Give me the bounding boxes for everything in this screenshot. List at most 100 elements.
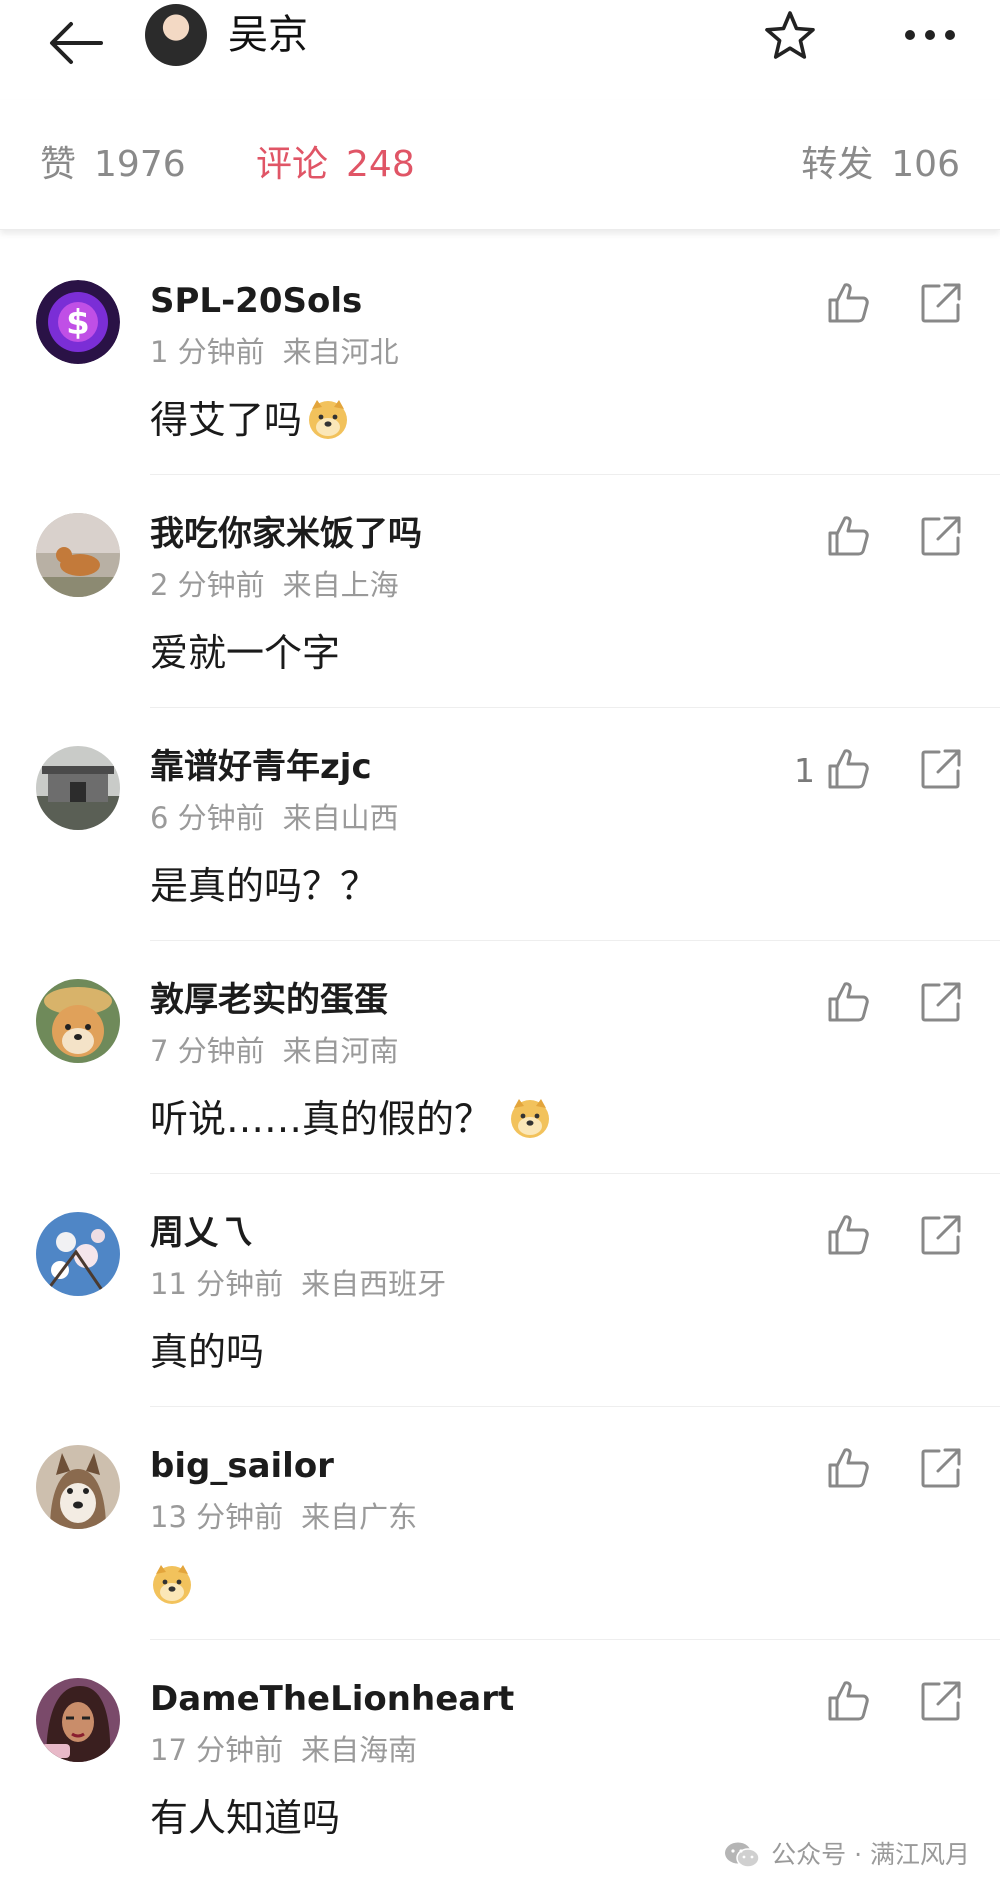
comment-body: 爱就一个字 bbox=[150, 631, 341, 675]
star-icon bbox=[765, 11, 815, 59]
share-icon bbox=[921, 1448, 961, 1488]
comment-text: 有人知道吗 bbox=[150, 1792, 340, 1844]
more-button[interactable] bbox=[900, 10, 960, 60]
comment-meta: 2 分钟前 来自上海 bbox=[150, 565, 399, 605]
share-icon bbox=[921, 1681, 961, 1721]
share-icon bbox=[921, 283, 961, 323]
share-button[interactable] bbox=[918, 280, 964, 326]
like-button[interactable] bbox=[826, 746, 872, 792]
comment-meta: 7 分钟前 来自河南 bbox=[150, 1031, 399, 1071]
comment-author[interactable]: 靠谱好青年zjc bbox=[150, 744, 372, 790]
divider bbox=[150, 1173, 1000, 1174]
like-button[interactable] bbox=[826, 1445, 872, 1491]
comment-text: 爱就一个字 bbox=[150, 627, 340, 679]
back-button[interactable] bbox=[40, 8, 110, 78]
comment-author[interactable]: SPL-20Sols bbox=[150, 278, 362, 324]
like-button[interactable] bbox=[826, 1212, 872, 1258]
wechat-icon bbox=[725, 1842, 760, 1868]
divider bbox=[150, 707, 1000, 708]
comment-time: 1 分钟前 bbox=[150, 335, 265, 369]
comment-body: 得艾了吗 bbox=[150, 398, 303, 442]
thumbs-up-icon bbox=[828, 283, 869, 323]
arrow-left-icon bbox=[50, 22, 103, 64]
comment-meta: 6 分钟前 来自山西 bbox=[150, 798, 399, 838]
share-button[interactable] bbox=[918, 1678, 964, 1724]
doge-emoji-icon bbox=[511, 1099, 550, 1138]
comment-text: 得艾了吗 bbox=[150, 394, 350, 446]
svg-text:$: $ bbox=[66, 303, 90, 343]
avatar[interactable] bbox=[36, 746, 120, 830]
comment-meta: 11 分钟前 来自西班牙 bbox=[150, 1264, 446, 1304]
tab-comments[interactable]: 评论 248 bbox=[256, 142, 415, 188]
comment-author[interactable]: 我吃你家米饭了吗 bbox=[150, 511, 422, 557]
comment-author[interactable]: DameTheLionheart bbox=[150, 1676, 514, 1722]
share-icon bbox=[921, 516, 961, 556]
avatar[interactable] bbox=[36, 1445, 120, 1529]
like-button[interactable] bbox=[826, 280, 872, 326]
comment-time: 17 分钟前 bbox=[150, 1733, 284, 1767]
avatar[interactable] bbox=[36, 1678, 120, 1762]
comment-time: 6 分钟前 bbox=[150, 801, 265, 835]
avatar[interactable] bbox=[36, 1212, 120, 1296]
comment-body: 有人知道吗 bbox=[150, 1796, 341, 1840]
comment-text: 听说……真的假的？ bbox=[150, 1093, 552, 1145]
comment-location: 来自广东 bbox=[301, 1500, 418, 1534]
comment-location: 来自西班牙 bbox=[301, 1267, 447, 1301]
comment-author[interactable]: 周乂乁 bbox=[150, 1210, 252, 1256]
more-dots-icon bbox=[905, 30, 955, 40]
comment-location: 来自河北 bbox=[282, 335, 399, 369]
avatar[interactable] bbox=[36, 513, 120, 597]
comment-location: 来自山西 bbox=[282, 801, 399, 835]
comment-body: 是真的吗？？ bbox=[150, 864, 379, 908]
reposts-label: 转发 bbox=[801, 144, 874, 185]
thumbs-up-icon bbox=[828, 1448, 869, 1488]
thumbs-up-icon bbox=[828, 516, 869, 556]
comment-time: 13 分钟前 bbox=[150, 1500, 284, 1534]
favorite-button[interactable] bbox=[760, 6, 820, 66]
comment-meta: 13 分钟前 来自广东 bbox=[150, 1497, 417, 1537]
comment-location: 来自河南 bbox=[282, 1034, 399, 1068]
share-button[interactable] bbox=[918, 979, 964, 1025]
like-button[interactable] bbox=[826, 979, 872, 1025]
avatar[interactable] bbox=[36, 979, 120, 1063]
page-title: 吴京 bbox=[228, 12, 308, 58]
divider bbox=[150, 940, 1000, 941]
thumbs-up-icon bbox=[828, 749, 869, 789]
watermark-text: 公众号 · 满江风月 bbox=[771, 1840, 970, 1869]
comment-time: 2 分钟前 bbox=[150, 568, 265, 602]
share-button[interactable] bbox=[918, 1445, 964, 1491]
reposts-count: 106 bbox=[891, 144, 960, 185]
tab-likes[interactable]: 赞 1976 bbox=[40, 142, 186, 188]
divider bbox=[150, 1639, 1000, 1640]
header-avatar[interactable] bbox=[145, 4, 207, 66]
share-icon bbox=[921, 749, 961, 789]
avatar[interactable]: $ bbox=[36, 280, 120, 364]
likes-count: 1976 bbox=[94, 144, 186, 185]
comments-count: 248 bbox=[346, 144, 415, 185]
like-button[interactable] bbox=[826, 513, 872, 559]
comment-time: 7 分钟前 bbox=[150, 1034, 265, 1068]
comment-location: 来自海南 bbox=[301, 1733, 418, 1767]
comment-author[interactable]: big_sailor bbox=[150, 1443, 334, 1489]
stats-bar: 赞 1976 评论 248 转发 106 bbox=[0, 100, 1000, 230]
comment-body: 真的吗 bbox=[150, 1330, 265, 1374]
doge-emoji-icon bbox=[153, 1565, 191, 1604]
comment-author[interactable]: 敦厚老实的蛋蛋 bbox=[150, 977, 388, 1023]
divider bbox=[150, 474, 1000, 475]
watermark: 公众号 · 满江风月 bbox=[723, 1838, 970, 1872]
share-button[interactable] bbox=[918, 1212, 964, 1258]
divider bbox=[150, 1406, 1000, 1407]
thumbs-up-icon bbox=[828, 982, 869, 1022]
comment-text: 是真的吗？？ bbox=[150, 860, 378, 912]
comment-text: 真的吗 bbox=[150, 1326, 264, 1378]
share-button[interactable] bbox=[918, 513, 964, 559]
thumbs-up-icon bbox=[828, 1215, 869, 1255]
thumbs-up-icon bbox=[828, 1681, 869, 1721]
doge-emoji-icon bbox=[309, 400, 348, 439]
comment-text bbox=[150, 1559, 194, 1611]
share-button[interactable] bbox=[918, 746, 964, 792]
like-button[interactable] bbox=[826, 1678, 872, 1724]
comment-time: 11 分钟前 bbox=[150, 1267, 284, 1301]
share-icon bbox=[921, 1215, 961, 1255]
tab-reposts[interactable]: 转发 106 bbox=[801, 142, 960, 188]
